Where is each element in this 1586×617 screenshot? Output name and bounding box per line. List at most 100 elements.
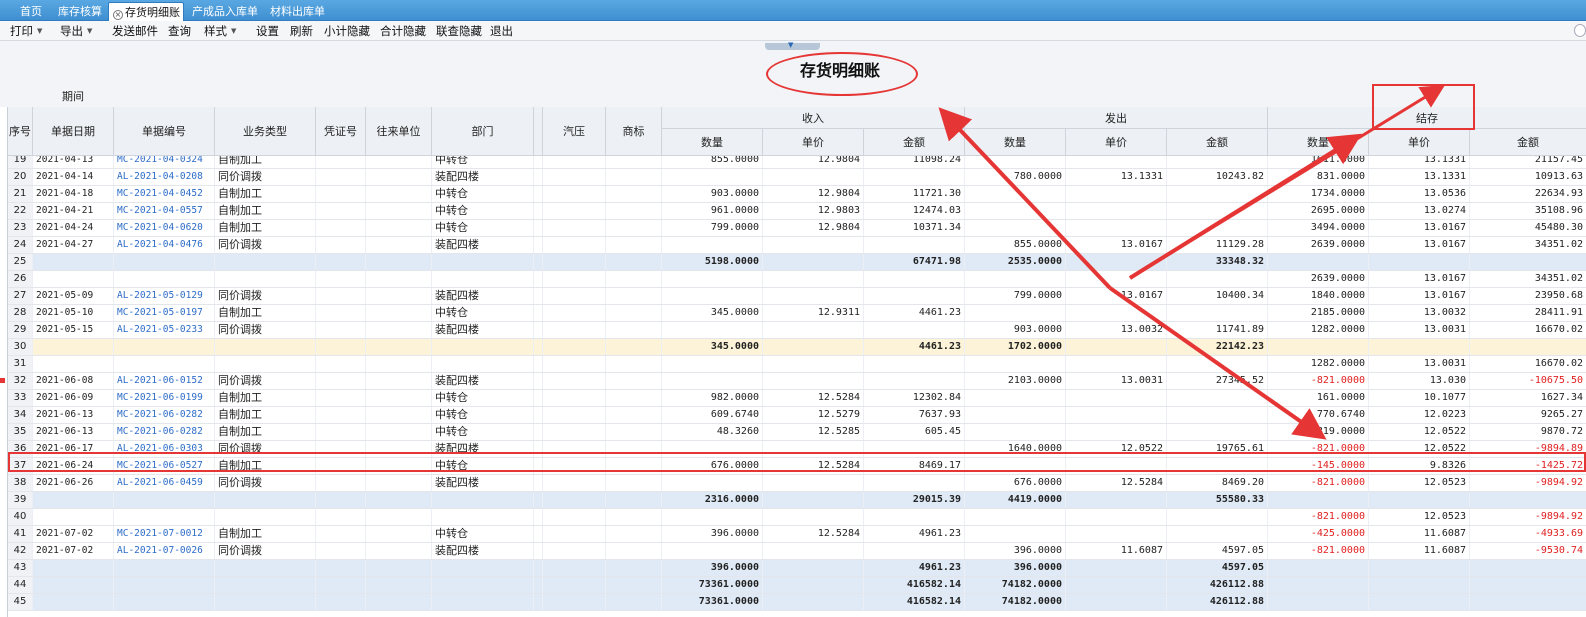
table-row[interactable]: 34 2021-06-13 MC-2021-06-0282 自制加工 中转仓 609.67… (8, 407, 1586, 424)
header-seq[interactable]: 序号 (8, 107, 33, 156)
table-row[interactable]: 22 2021-04-21 MC-2021-04-0557 自制加工 中转仓 961.00… (8, 203, 1586, 220)
table-row[interactable]: 36 2021-06-17 AL-2021-06-0303 同价调拨 装配四楼 1640.… (8, 441, 1586, 458)
header-in-price[interactable]: 单价 (763, 129, 864, 156)
cell-code[interactable]: AL-2021-05-0233 (114, 322, 215, 338)
table-row[interactable]: 27 2021-05-09 AL-2021-05-0129 同价调拨 装配四楼 799.0… (8, 288, 1586, 305)
cell-code[interactable]: MC-2021-04-0324 (114, 156, 215, 168)
table-row[interactable]: 32 2021-06-08 AL-2021-06-0152 同价调拨 装配四楼 2103.… (8, 373, 1586, 390)
header-out-price[interactable]: 单价 (1066, 129, 1167, 156)
table-row[interactable]: 42 2021-07-02 AL-2021-07-0026 同价调拨 装配四楼 396.0… (8, 543, 1586, 560)
header-out-qty[interactable]: 数量 (965, 129, 1066, 156)
subtotal-row[interactable]: 45 73361.0000 416582.14 74182.0000 426112.88 (8, 594, 1586, 611)
toolbar-button-8[interactable]: 合计隐藏 (380, 21, 426, 41)
cell-code[interactable]: MC-2021-07-0012 (114, 526, 215, 542)
table-row[interactable]: 20 2021-04-14 AL-2021-04-0208 同价调拨 装配四楼 780.0… (8, 169, 1586, 186)
header-biz-type[interactable]: 业务类型 (215, 107, 316, 156)
cell-bal-price: 13.0031 (1369, 322, 1470, 338)
toolbar-button-0[interactable]: 打印 ▼ (10, 21, 42, 41)
toolbar-button-10[interactable]: 退出 (490, 21, 513, 41)
collapse-handle[interactable]: ▼ (765, 41, 820, 50)
table-row[interactable]: 28 2021-05-10 MC-2021-05-0197 自制加工 中转仓 345.00… (8, 305, 1586, 322)
toolbar-button-5[interactable]: 设置 (256, 21, 279, 41)
toolbar-button-3[interactable]: 查询 (168, 21, 191, 41)
header-brand[interactable]: 商标 (606, 107, 662, 156)
header-bal-amount[interactable]: 金额 (1470, 129, 1586, 156)
subtotal-row[interactable]: 30 345.0000 4461.23 1702.0000 22142.23 (8, 339, 1586, 356)
table-row[interactable]: 24 2021-04-27 AL-2021-04-0476 同价调拨 装配四楼 855.0… (8, 237, 1586, 254)
cell-seq: 44 (8, 577, 33, 593)
cell-code[interactable]: AL-2021-04-0208 (114, 169, 215, 185)
table-row[interactable]: 37 2021-06-24 MC-2021-06-0527 自制加工 中转仓 676.00… (8, 458, 1586, 475)
table-row[interactable]: 26 2639.0000 13.0167 34351.02 (8, 271, 1586, 288)
cell-code[interactable] (114, 492, 215, 508)
tab-1[interactable]: 库存核算 (54, 2, 104, 21)
close-icon[interactable]: × (113, 10, 123, 20)
cell-code[interactable]: MC-2021-06-0199 (114, 390, 215, 406)
subtotal-row[interactable]: 43 396.0000 4961.23 396.0000 4597.05 (8, 560, 1586, 577)
table-row[interactable]: 38 2021-06-26 AL-2021-06-0459 同价调拨 装配四楼 676.0… (8, 475, 1586, 492)
tab-0[interactable]: 首页 (12, 2, 50, 21)
header-partner[interactable]: 往来单位 (366, 107, 432, 156)
toolbar-button-4[interactable]: 样式 ▼ (204, 21, 236, 41)
toolbar-button-6[interactable]: 刷新 (290, 21, 313, 41)
header-qiya[interactable]: 汽压 (543, 107, 606, 156)
toolbar-button-1[interactable]: 导出 ▼ (60, 21, 92, 41)
table-row[interactable]: 31 1282.0000 13.0031 16670.02 (8, 356, 1586, 373)
header-group-out[interactable]: 发出 (965, 107, 1268, 129)
table-row[interactable]: 21 2021-04-18 MC-2021-04-0452 自制加工 中转仓 903.00… (8, 186, 1586, 203)
cell-code[interactable]: MC-2021-04-0620 (114, 220, 215, 236)
header-voucher[interactable]: 凭证号 (316, 107, 366, 156)
cell-in-qty: 609.6740 (662, 407, 763, 423)
toolbar-button-9[interactable]: 联查隐藏 (436, 21, 482, 41)
cell-code[interactable]: AL-2021-06-0303 (114, 441, 215, 457)
header-in-qty[interactable]: 数量 (662, 129, 763, 156)
cell-code[interactable] (114, 594, 215, 610)
header-bal-qty[interactable]: 数量 (1268, 129, 1369, 156)
table-row[interactable]: 41 2021-07-02 MC-2021-07-0012 自制加工 中转仓 396.00… (8, 526, 1586, 543)
toolbar-circle-control[interactable] (1574, 24, 1586, 37)
cell-code[interactable]: MC-2021-05-0197 (114, 305, 215, 321)
tab-4[interactable]: 材料出库单 (266, 2, 328, 21)
cell-bal-price: 11.6087 (1369, 543, 1470, 559)
header-group-balance[interactable]: 结存 (1268, 107, 1586, 129)
header-out-amount[interactable]: 金额 (1167, 129, 1268, 156)
cell-code[interactable]: MC-2021-06-0282 (114, 407, 215, 423)
table-row[interactable]: 29 2021-05-15 AL-2021-05-0233 同价调拨 装配四楼 903.0… (8, 322, 1586, 339)
header-in-amount[interactable]: 金额 (864, 129, 965, 156)
cell-voucher (316, 169, 366, 185)
cell-code[interactable] (114, 560, 215, 576)
cell-code[interactable] (114, 509, 215, 525)
cell-code[interactable] (114, 254, 215, 270)
cell-code[interactable]: AL-2021-07-0026 (114, 543, 215, 559)
table-row[interactable]: 19 2021-04-13 MC-2021-04-0324 自制加工 中转仓 855.00… (8, 156, 1586, 169)
cell-code[interactable]: AL-2021-05-0129 (114, 288, 215, 304)
toolbar-button-2[interactable]: 发送邮件 (112, 21, 158, 41)
table-row[interactable]: 35 2021-06-13 MC-2021-06-0282 自制加工 中转仓 48.326… (8, 424, 1586, 441)
cell-code[interactable] (114, 339, 215, 355)
cell-code[interactable]: AL-2021-06-0459 (114, 475, 215, 491)
subtotal-row[interactable]: 39 2316.0000 29015.39 4419.0000 55580.33 (8, 492, 1586, 509)
cell-code[interactable]: AL-2021-06-0152 (114, 373, 215, 389)
header-group-in[interactable]: 收入 (662, 107, 965, 129)
table-row[interactable]: 23 2021-04-24 MC-2021-04-0620 自制加工 中转仓 799.00… (8, 220, 1586, 237)
header-code[interactable]: 单据编号 (114, 107, 215, 156)
header-bal-price[interactable]: 单价 (1369, 129, 1470, 156)
cell-code[interactable] (114, 356, 215, 372)
cell-code[interactable]: MC-2021-06-0282 (114, 424, 215, 440)
table-row[interactable]: 33 2021-06-09 MC-2021-06-0199 自制加工 中转仓 982.00… (8, 390, 1586, 407)
cell-code[interactable]: MC-2021-04-0557 (114, 203, 215, 219)
table-row[interactable]: 40 -821.0000 12.0523 -9894.92 (8, 509, 1586, 526)
tab-2[interactable]: × 存货明细账 (108, 2, 184, 21)
cell-code[interactable] (114, 577, 215, 593)
header-resize-handle[interactable] (534, 107, 543, 156)
cell-code[interactable] (114, 271, 215, 287)
toolbar-button-7[interactable]: 小计隐藏 (324, 21, 370, 41)
cell-code[interactable]: MC-2021-06-0527 (114, 458, 215, 474)
tab-3[interactable]: 产成品入库单 (188, 2, 260, 21)
header-date[interactable]: 单据日期 (33, 107, 114, 156)
header-dept[interactable]: 部门 (432, 107, 534, 156)
cell-code[interactable]: AL-2021-04-0476 (114, 237, 215, 253)
subtotal-row[interactable]: 25 5198.0000 67471.98 2535.0000 33348.32 (8, 254, 1586, 271)
subtotal-row[interactable]: 44 73361.0000 416582.14 74182.0000 426112.88 (8, 577, 1586, 594)
cell-code[interactable]: MC-2021-04-0452 (114, 186, 215, 202)
